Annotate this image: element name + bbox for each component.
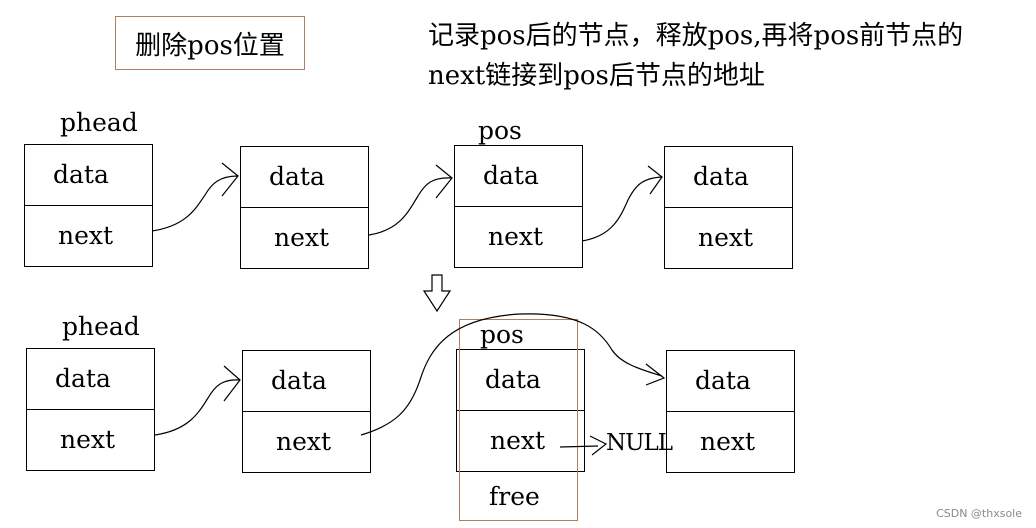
node-data: data: [667, 351, 794, 412]
description-line-1: 记录pos后的节点，释放pos,再将pos前节点的: [428, 21, 964, 51]
arrowhead-icon: [645, 363, 666, 386]
arrow-before-1-to-2: [151, 175, 239, 232]
free-label: free: [489, 482, 540, 511]
node-before-2: data next: [240, 146, 369, 269]
title-box: 删除pos位置: [115, 16, 305, 70]
node-data: data: [665, 147, 792, 208]
node-before-1: data next: [24, 144, 153, 267]
arrowhead-icon: [221, 162, 239, 197]
watermark: CSDN @thxsole: [936, 507, 1022, 520]
node-after-4: data next: [666, 350, 795, 473]
arrowhead-icon: [435, 164, 453, 199]
title-text: 删除pos位置: [135, 30, 285, 61]
node-before-4: data next: [664, 146, 793, 269]
pos-label-before: pos: [478, 116, 522, 145]
node-next: next: [58, 221, 114, 251]
node-next: next: [700, 427, 756, 457]
arrow-before-pos-to-4: [581, 176, 663, 242]
node-before-pos: data next: [454, 145, 583, 268]
phead-label-after: phead: [62, 312, 140, 341]
down-arrow-icon: [422, 274, 452, 313]
arrow-after-1-to-2: [154, 379, 241, 436]
description-line-2: next链接到pos后节点的地址: [428, 61, 765, 91]
arrow-before-2-to-pos: [368, 177, 453, 236]
node-next: next: [274, 223, 330, 253]
node-next: next: [60, 425, 116, 455]
description: 记录pos后的节点，释放pos,再将pos前节点的 next链接到pos后节点的…: [428, 16, 963, 96]
phead-label-before: phead: [60, 108, 138, 137]
node-data: data: [243, 351, 370, 412]
node-data: data: [25, 145, 152, 206]
node-data: data: [455, 146, 582, 207]
node-data: data: [27, 349, 154, 410]
arrowhead-icon: [647, 165, 663, 195]
node-next: next: [488, 222, 544, 252]
arrowhead-icon: [223, 365, 241, 402]
node-next: next: [698, 223, 754, 253]
null-label: NULL: [606, 430, 673, 456]
node-after-2: data next: [242, 350, 371, 473]
arrowhead-icon: [589, 435, 608, 456]
node-after-1: data next: [26, 348, 155, 471]
node-data: data: [241, 147, 368, 208]
node-next: next: [276, 427, 332, 457]
